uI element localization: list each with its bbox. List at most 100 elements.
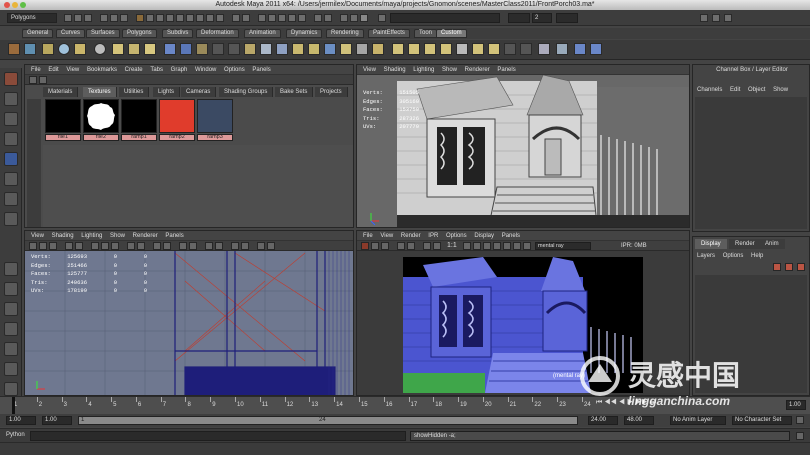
character-set-dropdown[interactable]: No Character Set	[732, 416, 792, 425]
hypershade-tab-shading-groups[interactable]: Shading Groups	[219, 87, 274, 97]
render-frame-icon[interactable]	[340, 14, 348, 22]
poly-sphere-icon[interactable]	[58, 43, 70, 55]
uv-tool-icon[interactable]	[215, 242, 223, 250]
script-language-label[interactable]: Python	[6, 432, 25, 438]
channel-box-content[interactable]	[695, 97, 807, 229]
animation-preferences-icon[interactable]	[796, 416, 804, 424]
current-time-marker[interactable]	[12, 397, 15, 415]
hypershade-tab-textures[interactable]: Textures	[83, 87, 117, 97]
tom-icon[interactable]	[164, 43, 176, 55]
new-layer-from-selected-icon[interactable]	[785, 263, 793, 271]
camera-icon[interactable]	[513, 242, 521, 250]
uv-menu-view[interactable]: View	[31, 233, 44, 239]
uv-tool-icon[interactable]	[267, 242, 275, 250]
end-time-field[interactable]: 48.00	[624, 416, 654, 425]
ft-icon[interactable]	[212, 43, 224, 55]
start-time-field[interactable]: 1.00	[6, 416, 36, 425]
snap-view-plane-icon[interactable]	[288, 14, 296, 22]
persp-menu-show[interactable]: Show	[442, 67, 457, 73]
save-scene-icon[interactable]	[84, 14, 92, 22]
shelf-tab-painteffects[interactable]: PaintEffects	[368, 29, 410, 38]
uv-tool-icon[interactable]	[65, 242, 73, 250]
merge-icon[interactable]	[276, 43, 288, 55]
show-hide-channel-box-icon[interactable]	[724, 14, 732, 22]
uv-menu-show[interactable]: Show	[110, 233, 125, 239]
hypershade-tab-bake-sets[interactable]: Bake Sets	[275, 87, 314, 97]
playback-start-field[interactable]: 1.00	[42, 416, 72, 425]
append-polygon-icon[interactable]	[324, 43, 336, 55]
uv-layout-icon[interactable]	[488, 43, 500, 55]
scale-tool-icon[interactable]	[4, 172, 18, 186]
snap-point-icon[interactable]	[278, 14, 286, 22]
zoom-window-button[interactable]	[20, 2, 26, 8]
uv-tool-icon[interactable]	[101, 242, 109, 250]
shelf-tab-deformation[interactable]: Deformation	[196, 29, 239, 38]
smooth-icon[interactable]	[144, 43, 156, 55]
uv-unfold-icon[interactable]	[472, 43, 484, 55]
shelf-tab-custom[interactable]: Custom	[436, 29, 467, 38]
render-menu-view[interactable]: View	[380, 233, 393, 239]
uv-tool-icon[interactable]	[49, 242, 57, 250]
uv-automatic-icon[interactable]	[440, 43, 452, 55]
shelf-options-icon[interactable]	[8, 43, 20, 55]
uv-editor-icon[interactable]	[456, 43, 468, 55]
x-field[interactable]	[508, 13, 530, 23]
render-region-icon[interactable]	[397, 242, 405, 250]
shelf-tab-toon[interactable]: Toon	[414, 29, 438, 38]
layer-tab-anim[interactable]: Anim	[759, 239, 785, 249]
fn-icon[interactable]	[590, 43, 602, 55]
highlight-selection-icon[interactable]	[242, 14, 250, 22]
range-bar[interactable]: 1 24	[78, 416, 578, 425]
shelf-tab-general[interactable]: General	[22, 29, 54, 38]
hypershade-menu-edit[interactable]: Edit	[48, 67, 58, 73]
keep-image-icon[interactable]	[463, 242, 471, 250]
render-menu-render[interactable]: Render	[401, 233, 421, 239]
uv-tool-icon[interactable]	[163, 242, 171, 250]
redo-render-icon[interactable]	[361, 242, 369, 250]
render-menu-panels[interactable]: Panels	[502, 233, 520, 239]
hypershade-tool-icon[interactable]	[29, 76, 37, 84]
lock-selection-icon[interactable]	[232, 14, 240, 22]
uv-spherical-icon[interactable]	[424, 43, 436, 55]
construction-history-icon[interactable]	[324, 14, 332, 22]
layer-menu-help[interactable]: Help	[751, 253, 763, 259]
shelf-menu-icon[interactable]	[24, 43, 36, 55]
persp-graph-layout-icon[interactable]	[4, 322, 18, 336]
close-window-button[interactable]	[4, 2, 10, 8]
zoom-ratio-label[interactable]: 1:1	[447, 241, 457, 251]
select-handles-icon[interactable]	[146, 14, 154, 22]
hypershade-menu-bookmarks[interactable]: Bookmarks	[87, 67, 117, 73]
kf-icon[interactable]	[520, 43, 532, 55]
hypershade-tab-lights[interactable]: Lights	[153, 87, 181, 97]
persp-menu-panels[interactable]: Panels	[497, 67, 515, 73]
hypershade-work-area[interactable]	[43, 145, 353, 227]
uv-menu-lighting[interactable]: Lighting	[81, 233, 102, 239]
alpha-channel-icon[interactable]	[433, 242, 441, 250]
move-tool-icon[interactable]	[4, 132, 18, 146]
persp-menu-shading[interactable]: Shading	[384, 67, 406, 73]
script-editor-icon[interactable]	[796, 432, 804, 440]
hypershade-menu-graph[interactable]: Graph	[171, 67, 188, 73]
render-menu-display[interactable]: Display	[474, 233, 494, 239]
uv-tool-icon[interactable]	[91, 242, 99, 250]
input-mode-icon[interactable]	[378, 14, 386, 22]
extrude-icon[interactable]	[244, 43, 256, 55]
uv-menu-renderer[interactable]: Renderer	[133, 233, 158, 239]
uv-tool-icon[interactable]	[189, 242, 197, 250]
uv-tool-icon[interactable]	[179, 242, 187, 250]
quick-rename-field[interactable]	[390, 13, 500, 23]
show-hide-tool-settings-icon[interactable]	[712, 14, 720, 22]
renderer-dropdown[interactable]: mental ray	[535, 242, 591, 250]
texture-swatch-ramp1[interactable]	[121, 99, 157, 133]
image-icon[interactable]	[523, 242, 531, 250]
cp-icon[interactable]	[228, 43, 240, 55]
render-settings-icon[interactable]	[360, 14, 368, 22]
hypershade-menu-panels[interactable]: Panels	[252, 67, 270, 73]
select-joints-icon[interactable]	[156, 14, 164, 22]
poly-cylinder-icon[interactable]	[74, 43, 86, 55]
texture-swatch-ramp3[interactable]	[197, 99, 233, 133]
his-icon[interactable]	[196, 43, 208, 55]
select-component-icon[interactable]	[120, 14, 128, 22]
hypershade-tab-utilities[interactable]: Utilities	[119, 87, 150, 97]
unt-icon[interactable]	[180, 43, 192, 55]
